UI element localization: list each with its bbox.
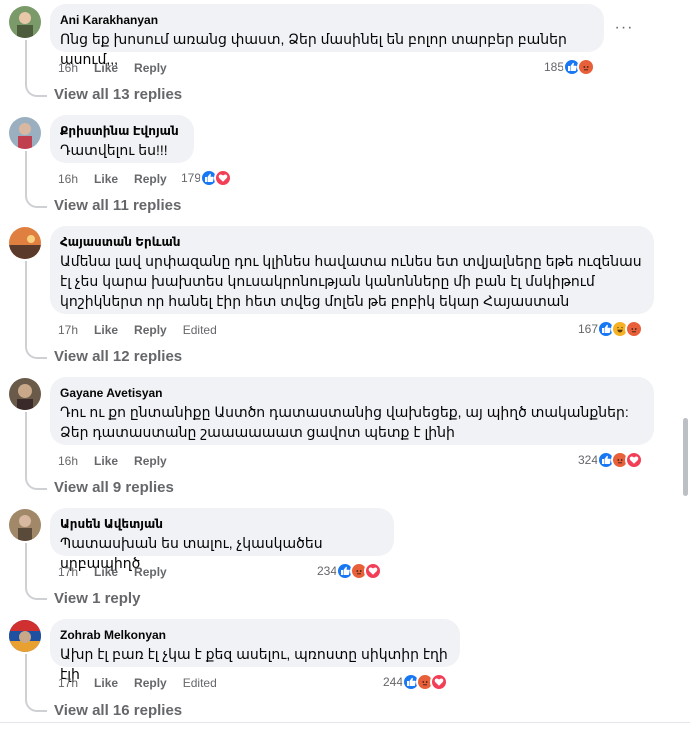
like-button[interactable]: Like	[94, 60, 118, 76]
comment-bubble: Քրիստինա Էվոյան Դատվելու ես!!!	[50, 115, 194, 163]
love-reaction-icon	[214, 169, 233, 187]
love-reaction-icon	[625, 451, 644, 469]
edited-label[interactable]: Edited	[183, 322, 217, 338]
reaction-count: 324	[578, 453, 599, 467]
comment-text: Դու ու քո ընտանիքը Աստծո դատաստանից վախե…	[60, 404, 629, 440]
comment-bubble: Ani Karakhanyan Ոնց եք խոսում առանց փաստ…	[50, 4, 604, 67]
reaction-summary[interactable]: 324	[578, 451, 644, 469]
avatar[interactable]	[9, 378, 41, 410]
like-button[interactable]: Like	[94, 171, 118, 187]
avatar[interactable]	[9, 6, 41, 38]
reaction-summary[interactable]: 234	[317, 562, 383, 580]
like-button[interactable]: Like	[94, 564, 118, 580]
view-replies-link[interactable]: View all 11 replies	[54, 196, 181, 216]
comment-bubble: Gayane Avetisyan Դու ու քո ընտանիքը Աստծ…	[50, 377, 654, 445]
comment-bubble: Հայաստան Երևան Ամենա լավ սրփազանը դու կլ…	[50, 226, 654, 314]
comment-time[interactable]: 16h	[58, 60, 78, 76]
thread-line	[25, 261, 47, 359]
avatar[interactable]	[9, 620, 41, 652]
comment-bubble: Zohrab Melkonyan Ախր էլ բառ էլ չկա է քեզ…	[50, 619, 460, 682]
reply-button[interactable]: Reply	[134, 171, 167, 187]
comment-time[interactable]: 16h	[58, 171, 78, 187]
reply-button[interactable]: Reply	[134, 60, 167, 76]
view-replies-link[interactable]: View all 12 replies	[54, 347, 182, 367]
comment-actions: 17h Like Reply	[58, 564, 167, 580]
more-options-icon[interactable]: ···	[612, 18, 636, 38]
thread-line	[25, 412, 47, 490]
comment-author[interactable]: Արսեն Ավետյան	[60, 516, 382, 532]
view-replies-link[interactable]: View all 9 replies	[54, 478, 174, 498]
comment-actions: 17h Like Reply Edited	[58, 322, 217, 338]
divider	[0, 722, 690, 723]
comment-author[interactable]: Հայաստան Երևան	[60, 234, 642, 250]
view-replies-link[interactable]: View all 13 replies	[54, 85, 182, 105]
comment-actions: 16h Like Reply	[58, 453, 167, 469]
comment-actions: 16h Like Reply	[58, 171, 167, 187]
comment-time[interactable]: 16h	[58, 453, 78, 469]
view-replies-link[interactable]: View all 16 replies	[54, 701, 182, 721]
thread-line	[25, 654, 47, 712]
reaction-summary[interactable]: 185	[544, 58, 596, 76]
reaction-summary[interactable]: 167	[578, 320, 644, 338]
like-button[interactable]: Like	[94, 453, 118, 469]
reaction-count: 167	[578, 322, 599, 336]
angry-reaction-icon	[625, 320, 644, 338]
comment-actions: 16h Like Reply	[58, 60, 167, 76]
like-button[interactable]: Like	[94, 322, 118, 338]
reaction-summary[interactable]: 244	[383, 673, 449, 691]
comment-author[interactable]: Ani Karakhanyan	[60, 12, 592, 28]
comment-time[interactable]: 17h	[58, 564, 78, 580]
comment-author[interactable]: Gayane Avetisyan	[60, 385, 642, 401]
comment-bubble: Արսեն Ավետյան Պատասխան ես տալու, չկասկած…	[50, 508, 394, 571]
like-button[interactable]: Like	[94, 675, 118, 691]
avatar[interactable]	[9, 227, 41, 259]
comment-time[interactable]: 17h	[58, 322, 78, 338]
reply-button[interactable]: Reply	[134, 564, 167, 580]
comment-author[interactable]: Քրիստինա Էվոյան	[60, 123, 182, 139]
comment-actions: 17h Like Reply Edited	[58, 675, 217, 691]
thread-line	[25, 40, 47, 97]
thread-line	[25, 543, 47, 600]
love-reaction-icon	[430, 673, 449, 691]
view-replies-link[interactable]: View 1 reply	[54, 589, 140, 609]
love-reaction-icon	[364, 562, 383, 580]
reply-button[interactable]: Reply	[134, 322, 167, 338]
reaction-count: 185	[544, 60, 565, 74]
reaction-count: 179	[181, 171, 202, 185]
edited-label[interactable]: Edited	[183, 675, 217, 691]
comment-text: Դատվելու ես!!!	[60, 142, 168, 158]
comment-time[interactable]: 17h	[58, 675, 78, 691]
avatar[interactable]	[9, 509, 41, 541]
avatar[interactable]	[9, 117, 41, 149]
thread-line	[25, 151, 47, 208]
reply-button[interactable]: Reply	[134, 453, 167, 469]
angry-reaction-icon	[577, 58, 596, 76]
reply-button[interactable]: Reply	[134, 675, 167, 691]
comment-text: Ամենա լավ սրփազանը դու կլինես հավատա ուն…	[60, 253, 642, 309]
reaction-summary[interactable]: 179	[181, 169, 233, 187]
comment-author[interactable]: Zohrab Melkonyan	[60, 627, 448, 643]
reaction-count: 234	[317, 564, 338, 578]
reaction-count: 244	[383, 675, 404, 689]
scrollbar[interactable]	[683, 418, 688, 496]
